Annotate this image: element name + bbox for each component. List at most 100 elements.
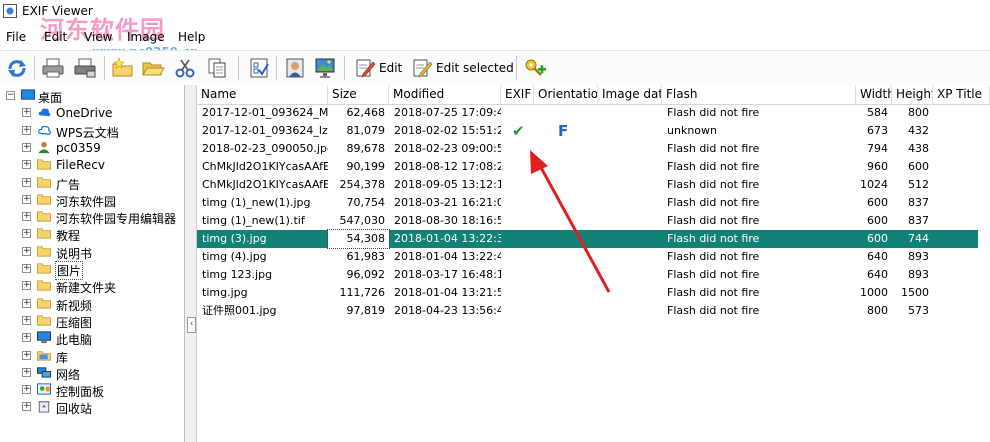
collapse-arrow-icon[interactable]: ‹ [187,317,196,333]
table-row[interactable]: 2017-12-01_093624_Mag 62,468 2018-07-25 17… [197,104,978,122]
cell-image-date [598,266,662,284]
edit-selected-button[interactable] [409,55,435,81]
table-row[interactable]: ChMkJld2O1KIYcasAAfEk 90,199 2018-08-12 17… [197,158,978,176]
tree-item[interactable]: + 说明书 [0,243,184,261]
column-header-image-date[interactable]: Image date [598,85,662,104]
refresh-button[interactable] [4,55,30,81]
table-row[interactable]: timg (1)_new(1).jpg 70,754 2018-03-21 16:2… [197,194,978,212]
tree-item[interactable]: + pc0359 [0,139,184,156]
tree-item[interactable]: + 图片 [0,260,184,280]
tree-item[interactable]: + 网络 [0,364,184,382]
column-header-size[interactable]: Size [328,85,389,104]
table-row[interactable]: 2017-12-01_093624_lzn. 81,079 2018-02-02 1… [197,122,978,140]
expand-icon[interactable]: + [22,125,31,135]
expand-icon[interactable]: + [22,385,31,395]
column-header-width[interactable]: Width [856,85,892,104]
expand-icon[interactable]: + [22,315,31,325]
tree-item[interactable]: + WPS云文档 [0,122,184,140]
cell-modified: 2018-01-04 13:22:38 [394,232,501,245]
image-view-button[interactable] [312,55,338,81]
menu-view[interactable]: View [84,30,112,44]
menu-edit[interactable]: Edit [44,30,67,44]
tree-item[interactable]: − 桌面 [0,87,184,105]
table-row[interactable]: 2018-02-23_090050.jpg 89,678 2018-02-23 09… [197,140,978,158]
column-header-name[interactable]: Name [197,85,328,104]
expand-icon[interactable]: + [22,194,31,204]
column-header-xp-title[interactable]: XP Title [933,85,990,104]
column-header-height[interactable]: Height [892,85,933,104]
expand-icon[interactable]: + [22,298,31,308]
tree-item[interactable]: + OneDrive [0,104,184,121]
table-row[interactable]: timg.jpg 111,726 2018-01-04 13:21:54 Flash … [197,284,978,302]
expand-icon[interactable]: + [22,367,31,377]
add-key-button[interactable] [522,55,548,81]
collapse-icon[interactable]: − [6,91,15,100]
tree-item[interactable]: + 回收站 [0,398,184,416]
table-row[interactable]: timg (3).jpg 54,308 2018-01-04 13:22:38 Fla… [197,229,978,249]
checklist-icon [250,58,269,78]
column-header-orientation[interactable]: Orientation [534,85,598,104]
edit-selected-label[interactable]: Edit selected [436,61,514,75]
expand-icon[interactable]: + [22,350,31,360]
user-icon [38,141,50,153]
cell-name: timg (4).jpg [202,250,267,263]
tree-item[interactable]: + 库 [0,347,184,365]
cell-flash: Flash did not fire [667,214,760,227]
cell-width: 640 [867,268,888,281]
new-folder-button[interactable] [110,55,136,81]
menu-help[interactable]: Help [178,30,205,44]
cell-height: 512 [908,178,929,191]
expand-icon[interactable]: + [22,212,31,222]
print-preview-button[interactable] [72,55,98,81]
tree-item[interactable]: + 河东软件园专用编辑器 [0,208,184,226]
cell-exif [501,266,534,284]
table-row[interactable]: timg 123.jpg 96,092 2018-03-17 16:48:14 Fla… [197,266,978,284]
print-button[interactable] [40,55,66,81]
scissors-icon [175,59,195,78]
cell-modified: 2018-02-23 09:00:52 [394,142,501,155]
open-folder-button[interactable] [140,55,166,81]
column-header-modified[interactable]: Modified [389,85,501,104]
table-row[interactable]: ChMkJld2O1KIYcasAAfEk 254,378 2018-09-05 1… [197,176,978,194]
expand-icon[interactable]: + [22,142,31,152]
cut-button[interactable] [172,55,198,81]
menu-image[interactable]: Image [127,30,165,44]
tree-item[interactable]: + 广告 [0,174,184,192]
cell-height: 600 [908,160,929,173]
edit-button[interactable] [352,55,378,81]
cell-orientation [534,266,598,284]
tree-item[interactable]: + 新建文件夹 [0,277,184,295]
tree-item[interactable]: + 教程 [0,225,184,243]
table-row[interactable]: 证件照001.jpg 97,819 2018-04-23 13:56:40 Flash… [197,302,978,320]
tree-item[interactable]: + 河东软件园 [0,191,184,209]
properties-button[interactable] [246,55,272,81]
menu-file[interactable]: File [6,30,26,44]
expand-icon[interactable]: + [22,160,31,170]
expand-icon[interactable]: + [22,108,31,118]
column-header-exif[interactable]: EXIF [501,85,534,104]
tree-item[interactable]: + 新视频 [0,295,184,313]
table-row[interactable]: timg (1)_new(1).tif 547,030 2018-08-30 18:… [197,212,978,230]
pane-splitter[interactable]: ‹ [185,85,197,442]
expand-icon[interactable]: + [22,264,31,273]
recycle-bin-icon [38,401,50,413]
cell-height: 893 [908,250,929,263]
cell-image-date [598,212,662,230]
expand-icon[interactable]: + [22,177,31,187]
expand-icon[interactable]: + [22,333,31,343]
cell-height: 837 [908,214,929,227]
tree-item[interactable]: + FileRecv [0,156,184,173]
tree-item[interactable]: + 此电脑 [0,329,184,347]
expand-icon[interactable]: + [22,281,31,291]
table-row[interactable]: timg (4).jpg 61,983 2018-01-04 13:22:46 Fla… [197,248,978,266]
expand-icon[interactable]: + [22,229,31,239]
expand-icon[interactable]: + [22,402,31,412]
cell-flash: Flash did not fire [667,178,760,191]
portrait-button[interactable] [282,55,308,81]
edit-button-label[interactable]: Edit [379,61,402,75]
expand-icon[interactable]: + [22,246,31,256]
copy-button[interactable] [204,55,230,81]
tree-item[interactable]: + 压缩图 [0,312,184,330]
column-header-flash[interactable]: Flash [662,85,856,104]
tree-item[interactable]: + 控制面板 [0,381,184,399]
